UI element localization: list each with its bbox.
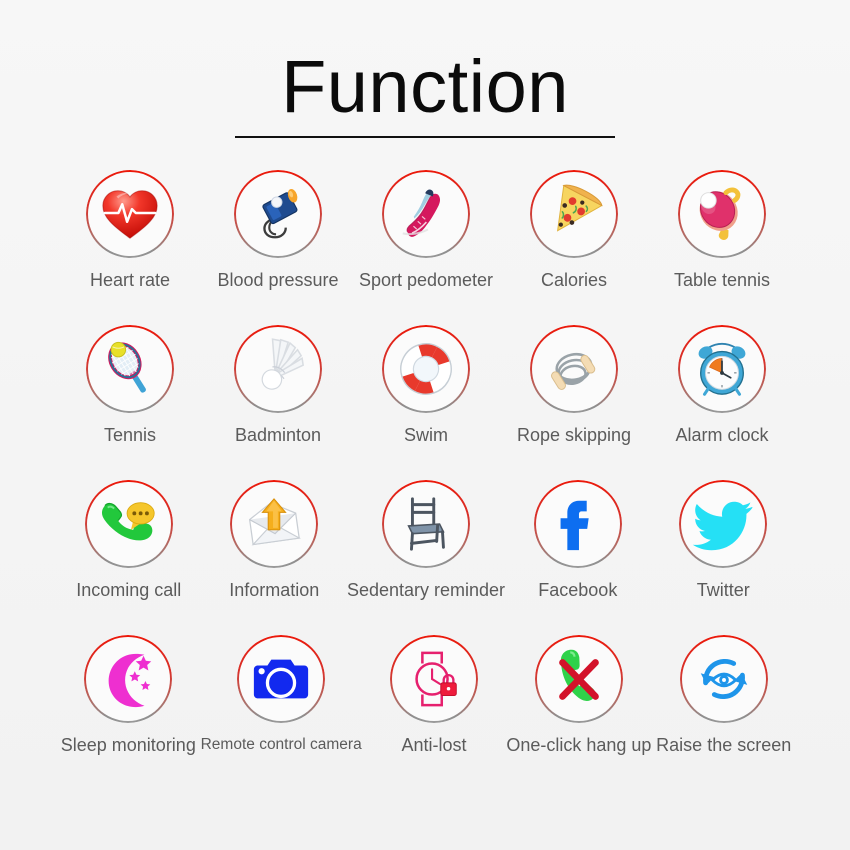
envelope-message-icon <box>243 493 305 555</box>
feature-label: Information <box>229 580 320 600</box>
feature-icon-circle[interactable] <box>678 325 766 413</box>
moon-stars-icon <box>97 648 159 710</box>
tennis-racket-icon <box>99 338 161 400</box>
feature-cell[interactable]: Blood pressure <box>204 170 352 325</box>
feature-cell[interactable]: Information <box>201 480 346 635</box>
feature-cell[interactable]: Raise the screen <box>651 635 796 790</box>
feature-icon-circle[interactable] <box>530 170 618 258</box>
feature-label: Raise the screen <box>656 735 792 755</box>
feature-cell[interactable]: Tennis <box>56 325 204 480</box>
feature-label: Sport pedometer <box>358 270 494 290</box>
feature-icon-circle[interactable] <box>84 480 173 568</box>
feature-cell[interactable]: Swim <box>352 325 500 480</box>
feature-cell[interactable]: Badminton <box>204 325 352 480</box>
feature-icon-circle[interactable] <box>534 635 623 723</box>
feature-icon-circle[interactable] <box>533 480 622 568</box>
feature-grid-row: Tennis Badminton Swim Rope skipping Alar… <box>56 325 796 480</box>
feature-grid-row: Incoming call Information Sedentary remi… <box>56 480 796 635</box>
incoming-call-icon <box>98 493 160 555</box>
camera-icon <box>250 648 312 710</box>
feature-cell[interactable]: Incoming call <box>56 480 201 635</box>
feature-label: Heart rate <box>89 270 171 290</box>
twitter-bird-icon <box>692 493 754 555</box>
feature-cell[interactable]: One-click hang up <box>506 635 651 790</box>
feature-label: Facebook <box>538 580 618 600</box>
feature-icon-circle[interactable] <box>382 170 470 258</box>
feature-cell[interactable]: Sport pedometer <box>352 170 500 325</box>
alarm-clock-icon <box>691 338 753 400</box>
page-title: Function <box>281 45 569 128</box>
chair-icon <box>395 493 457 555</box>
feature-label: Anti-lost <box>401 735 467 755</box>
feature-label: Sedentary reminder <box>346 580 506 600</box>
table-tennis-paddle-icon <box>691 183 753 245</box>
function-feature-grid-page: Function Heart rate Blood pressure Sport… <box>0 0 850 850</box>
feature-icon-circle[interactable] <box>86 325 174 413</box>
feature-icon-circle[interactable] <box>390 635 478 723</box>
feature-cell[interactable]: Facebook <box>505 480 650 635</box>
running-shoe-icon <box>395 183 457 245</box>
shuttlecock-icon <box>247 338 309 400</box>
feature-label: Swim <box>404 425 448 445</box>
page-header: Function <box>0 46 850 138</box>
feature-grid: Heart rate Blood pressure Sport pedomete… <box>56 170 796 790</box>
feature-cell[interactable]: Alarm clock <box>648 325 796 480</box>
feature-label: Table tennis <box>673 270 771 290</box>
feature-label: Badminton <box>234 425 322 445</box>
feature-icon-circle[interactable] <box>679 635 768 723</box>
feature-label: Rope skipping <box>516 425 632 445</box>
feature-label: Tennis <box>103 425 157 445</box>
feature-icon-circle[interactable] <box>237 635 326 723</box>
feature-grid-row: Heart rate Blood pressure Sport pedomete… <box>56 170 796 325</box>
feature-icon-circle[interactable] <box>86 170 174 258</box>
title-underline-rule <box>235 136 615 138</box>
feature-icon-circle[interactable] <box>382 325 470 413</box>
blood-pressure-monitor-icon <box>247 183 309 245</box>
feature-icon-circle[interactable] <box>234 170 322 258</box>
feature-icon-circle[interactable] <box>678 170 766 258</box>
feature-icon-circle[interactable] <box>679 480 768 568</box>
facebook-icon <box>547 493 609 555</box>
feature-label: Remote control camera <box>200 736 362 753</box>
feature-icon-circle[interactable] <box>84 635 173 723</box>
feature-cell[interactable]: Rope skipping <box>500 325 648 480</box>
feature-label: Alarm clock <box>675 425 769 445</box>
raise-to-wake-eye-icon <box>693 648 755 710</box>
feature-cell[interactable]: Remote control camera <box>201 635 362 790</box>
feature-cell[interactable]: Sedentary reminder <box>347 480 505 635</box>
feature-icon-circle[interactable] <box>230 480 319 568</box>
jump-rope-icon <box>543 338 605 400</box>
feature-cell[interactable]: Heart rate <box>56 170 204 325</box>
feature-cell[interactable]: Anti-lost <box>362 635 507 790</box>
watch-lock-icon <box>403 648 465 710</box>
feature-label: Blood pressure <box>217 270 339 290</box>
feature-label: Calories <box>540 270 608 290</box>
feature-label: Twitter <box>696 580 750 600</box>
pizza-slice-icon <box>543 183 605 245</box>
feature-label: Incoming call <box>76 580 182 600</box>
feature-icon-circle[interactable] <box>382 480 471 568</box>
feature-cell[interactable]: Table tennis <box>648 170 796 325</box>
feature-cell[interactable]: Sleep monitoring <box>56 635 201 790</box>
feature-label: One-click hang up <box>506 735 652 755</box>
feature-cell[interactable]: Twitter <box>651 480 796 635</box>
feature-label: Sleep monitoring <box>60 735 196 755</box>
feature-grid-row: Sleep monitoring Remote control camera A… <box>56 635 796 790</box>
feature-icon-circle[interactable] <box>234 325 322 413</box>
heart-rate-icon <box>99 183 161 245</box>
hang-up-phone-icon <box>548 648 610 710</box>
feature-cell[interactable]: Calories <box>500 170 648 325</box>
feature-icon-circle[interactable] <box>530 325 618 413</box>
life-ring-icon <box>395 338 457 400</box>
